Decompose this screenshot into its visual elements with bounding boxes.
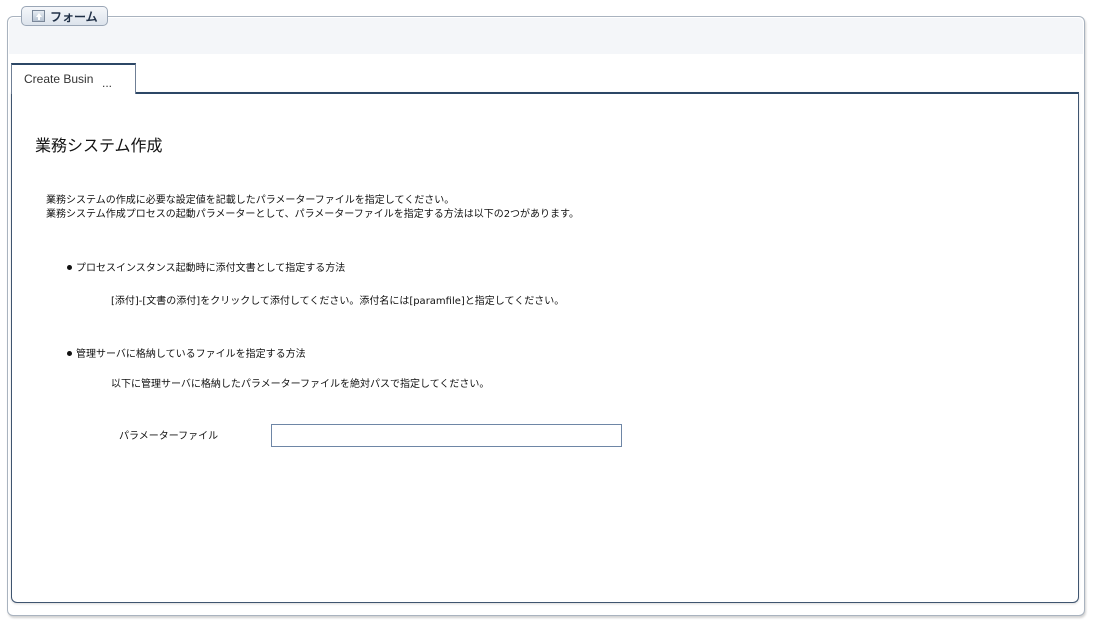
- tab-ellipsis: ...: [102, 76, 113, 90]
- method1-detail: [添付]-[文書の添付]をクリックして添付してください。添付名には[paramf…: [111, 296, 565, 307]
- method1-heading-text: プロセスインスタンス起動時に添付文書として指定する方法: [76, 263, 346, 274]
- tab-create-business-system[interactable]: Create Busin ...: [11, 63, 136, 94]
- param-file-label: パラメーターファイル: [119, 431, 219, 442]
- form-header-band: [9, 18, 1083, 54]
- method1-heading: プロセスインスタンス起動時に添付文書として指定する方法: [67, 259, 345, 274]
- page-title: 業務システム作成: [35, 136, 163, 155]
- method2-detail: 以下に管理サーバに格納したパラメーターファイルを絶対パスで指定してください。: [111, 379, 490, 390]
- bullet-icon: [67, 265, 72, 270]
- form-collapse-button[interactable]: フォーム: [21, 6, 108, 26]
- form-legend-label: フォーム: [50, 9, 98, 24]
- description-line-2: 業務システム作成プロセスの起動パラメーターとして、パラメーターファイルを指定する…: [46, 209, 580, 220]
- bullet-icon: [67, 351, 72, 356]
- param-file-input[interactable]: [271, 424, 622, 447]
- method2-heading: 管理サーバに格納しているファイルを指定する方法: [67, 345, 306, 360]
- tab-content-panel: 業務システム作成 業務システムの作成に必要な設定値を記載したパラメーターファイル…: [11, 92, 1079, 603]
- description-line-1: 業務システムの作成に必要な設定値を記載したパラメーターファイルを指定してください…: [46, 195, 455, 206]
- tab-label: Create Busin: [24, 72, 94, 86]
- method2-heading-text: 管理サーバに格納しているファイルを指定する方法: [76, 349, 306, 360]
- collapse-up-icon[interactable]: [32, 10, 45, 22]
